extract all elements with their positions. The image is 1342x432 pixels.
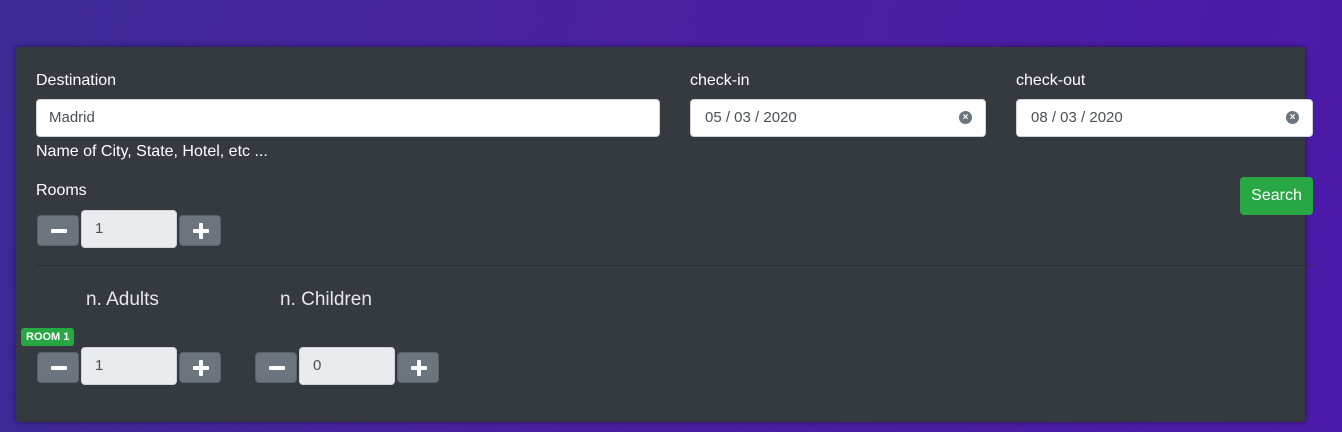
minus-icon — [51, 229, 67, 233]
clear-circle-icon[interactable]: × — [959, 111, 972, 124]
adults-input[interactable]: 1 — [81, 347, 177, 385]
rooms-label: Rooms — [36, 182, 87, 199]
check-in-label: check-in — [690, 72, 750, 89]
room-badge: ROOM 1 — [21, 328, 75, 346]
check-out-label: check-out — [1016, 72, 1086, 89]
children-input[interactable]: 0 — [299, 347, 395, 385]
rooms-increment-button[interactable] — [179, 215, 221, 246]
check-out-date-input[interactable]: 08 / 03 / 2020 × — [1016, 99, 1313, 137]
search-button[interactable]: Search — [1240, 177, 1313, 215]
rooms-input[interactable]: 1 — [81, 210, 177, 248]
clear-circle-icon[interactable]: × — [1286, 111, 1299, 124]
minus-icon — [51, 366, 67, 370]
search-panel: Destination Madrid Name of City, State, … — [16, 47, 1313, 422]
adults-decrement-button[interactable] — [37, 352, 79, 383]
rooms-decrement-button[interactable] — [37, 215, 79, 246]
children-header: n. Children — [280, 289, 372, 310]
destination-input[interactable]: Madrid — [36, 99, 660, 137]
destination-label: Destination — [36, 72, 117, 89]
adults-increment-button[interactable] — [179, 352, 221, 383]
children-increment-button[interactable] — [397, 352, 439, 383]
check-in-value: 05 / 03 / 2020 — [705, 109, 797, 126]
check-in-date-input[interactable]: 05 / 03 / 2020 × — [690, 99, 986, 137]
destination-help-text: Name of City, State, Hotel, etc ... — [36, 143, 268, 160]
minus-icon — [269, 366, 285, 370]
check-out-value: 08 / 03 / 2020 — [1031, 109, 1123, 126]
children-decrement-button[interactable] — [255, 352, 297, 383]
divider — [36, 265, 1313, 266]
adults-header: n. Adults — [86, 289, 159, 310]
